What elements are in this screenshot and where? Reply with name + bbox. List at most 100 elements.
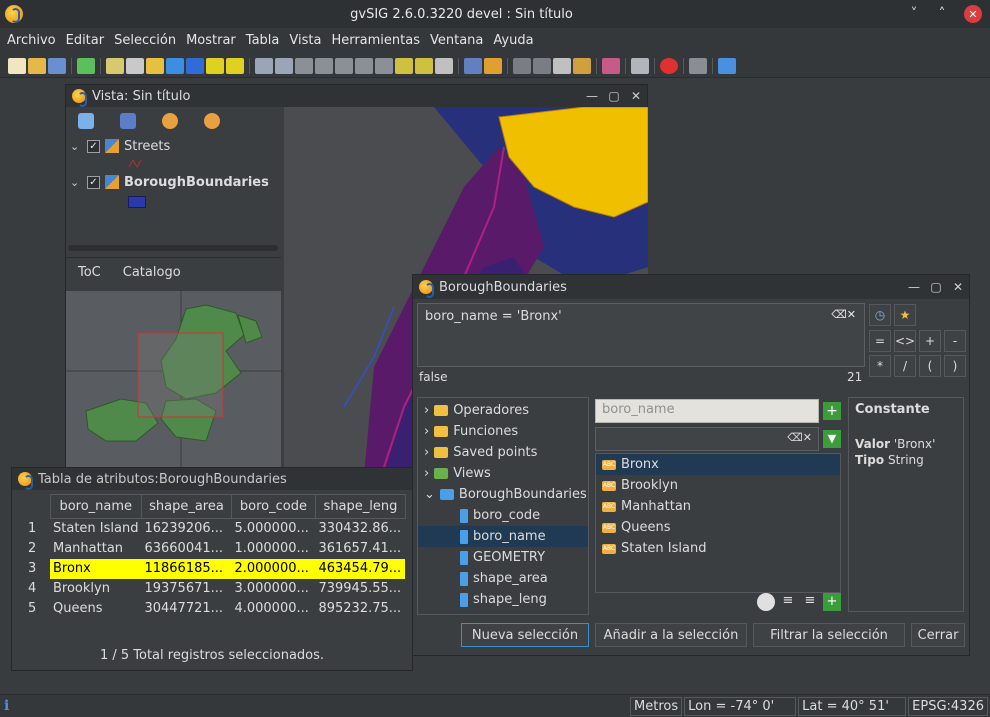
bar-chart-icon[interactable] <box>718 57 736 74</box>
add-layer-icon[interactable] <box>77 57 95 74</box>
tree-node-views[interactable]: › Views <box>424 463 588 484</box>
chevron-down-icon[interactable]: ⌄ <box>424 487 435 502</box>
operator-button[interactable]: <> <box>894 330 916 352</box>
cell-shape-area[interactable]: 30447721... <box>141 599 231 619</box>
layer-checkbox[interactable]: ✓ <box>87 139 100 153</box>
operator-button[interactable]: ( <box>919 355 941 377</box>
field-filter-input[interactable]: boro_name <box>595 399 819 423</box>
refresh-icon[interactable] <box>106 57 124 74</box>
menu-editar[interactable]: Editar <box>61 28 110 54</box>
cell-shape-leng[interactable]: 361657.41... <box>315 539 405 559</box>
close-button[interactable]: ✕ <box>964 5 982 23</box>
list-icon[interactable] <box>206 57 224 74</box>
row-icon[interactable] <box>415 57 433 74</box>
cell-boro-code[interactable]: 4.000000... <box>231 599 315 619</box>
globe-icon[interactable] <box>166 57 184 74</box>
menu-seleccion[interactable]: Selección <box>109 28 181 54</box>
chevron-down-icon[interactable]: ⌄ <box>70 140 82 153</box>
menu-ayuda[interactable]: Ayuda <box>488 28 538 54</box>
filter-icon[interactable]: ▼ <box>823 430 841 448</box>
column-header[interactable]: shape_leng <box>314 494 406 519</box>
sort-desc-icon[interactable]: ≡ <box>801 593 819 611</box>
cell-boro-name[interactable]: Queens <box>50 599 141 619</box>
tab-toc[interactable]: ToC <box>78 265 101 280</box>
menu-archivo[interactable]: Archivo <box>2 28 61 54</box>
table-row-selected[interactable]: 3 Bronx 11866185... 2.000000... 463454.7… <box>16 558 406 579</box>
layer-checkbox[interactable]: ✓ <box>87 175 100 189</box>
menu-tabla[interactable]: Tabla <box>241 28 285 54</box>
table-row[interactable]: 5 Queens 30447721... 4.000000... 895232.… <box>16 599 405 619</box>
pick-value-icon[interactable] <box>757 593 775 611</box>
sort-icon[interactable] <box>335 57 353 74</box>
minimize-button[interactable]: — <box>581 89 603 103</box>
list-item[interactable]: ABC Staten Island <box>596 538 840 559</box>
menu-mostrar[interactable]: Mostrar <box>181 28 241 54</box>
clear-icon[interactable]: ⌫✕ <box>831 308 856 321</box>
layer-row-boroughboundaries[interactable]: ⌄ ✓ BoroughBoundaries <box>66 171 281 193</box>
chevron-right-icon[interactable]: › <box>424 403 429 418</box>
operator-button[interactable]: = <box>869 330 891 352</box>
table-link-icon[interactable] <box>295 57 313 74</box>
operator-button[interactable]: - <box>944 330 966 352</box>
field-node[interactable]: shape_leng <box>424 589 588 610</box>
tree-node-operadores[interactable]: › Operadores <box>424 400 588 421</box>
clear-icon[interactable]: ⌫✕ <box>787 431 812 444</box>
redo-icon[interactable] <box>533 57 551 74</box>
table-row[interactable]: 4 Brooklyn 19375671... 3.000000... 73994… <box>16 579 405 599</box>
close-button[interactable]: ✕ <box>947 280 969 294</box>
close-button[interactable]: ✕ <box>625 89 647 103</box>
sort-asc-icon[interactable]: ≡ <box>779 593 797 611</box>
select-dropdown-icon[interactable] <box>126 57 144 74</box>
list-item-selected[interactable]: ABC Bronx <box>596 454 840 475</box>
operator-button[interactable]: + <box>919 330 941 352</box>
toc-scrollbar[interactable] <box>68 245 278 251</box>
menu-herramientas[interactable]: Herramientas <box>326 28 425 54</box>
cell-shape-area[interactable]: 16239206... <box>141 519 231 539</box>
cell-shape-leng[interactable]: 739945.55... <box>315 579 405 599</box>
chevron-right-icon[interactable]: › <box>424 466 429 481</box>
new-file-icon[interactable] <box>8 57 26 74</box>
raster-icon[interactable] <box>162 113 178 129</box>
filtrar-seleccion-button[interactable]: Filtrar la selección <box>753 623 905 647</box>
save-icon[interactable] <box>48 57 66 74</box>
history-icon[interactable]: ◷ <box>869 304 891 326</box>
list-item[interactable]: ABC Queens <box>596 517 840 538</box>
bookmark-star-icon[interactable]: ★ <box>894 304 916 326</box>
sort-desc-icon[interactable] <box>355 57 373 74</box>
cell-boro-name[interactable]: Staten Island <box>50 519 141 539</box>
map-layers-icon[interactable] <box>78 113 94 129</box>
gear-icon[interactable] <box>631 57 649 74</box>
table-row[interactable]: 2 Manhattan 63660041... 1.000000... 3616… <box>16 539 405 559</box>
layer-row-streets[interactable]: ⌄ ✓ Streets <box>66 135 281 157</box>
operator-button[interactable]: ) <box>944 355 966 377</box>
cell-shape-area[interactable]: 63660041... <box>141 539 231 559</box>
list-item[interactable]: ABC Manhattan <box>596 496 840 517</box>
cell-boro-code[interactable]: 3.000000... <box>231 579 315 599</box>
values-search-input[interactable]: ⌫✕ <box>595 427 819 451</box>
locator-map[interactable] <box>66 291 281 474</box>
column-header[interactable]: shape_area <box>140 494 232 519</box>
edit-icon[interactable] <box>435 57 453 74</box>
maximize-button[interactable]: ▢ <box>925 280 947 294</box>
error-icon[interactable] <box>660 57 678 74</box>
field-node[interactable]: GEOMETRY <box>424 547 588 568</box>
tools-icon[interactable] <box>689 57 707 74</box>
operator-button[interactable]: / <box>894 355 916 377</box>
attribute-table-titlebar[interactable]: Tabla de atributos:BoroughBoundaries <box>12 468 412 490</box>
tree-node-boroughboundaries[interactable]: ⌄ BoroughBoundaries <box>424 484 588 505</box>
table-edit-icon[interactable] <box>275 57 293 74</box>
tree-node-saved-points[interactable]: › Saved points <box>424 442 588 463</box>
copy-icon[interactable] <box>553 57 571 74</box>
cell-shape-area[interactable]: 11866185... <box>141 558 232 579</box>
cell-boro-code[interactable]: 2.000000... <box>231 558 316 579</box>
field-node[interactable]: boro_code <box>424 505 588 526</box>
cell-boro-name[interactable]: Brooklyn <box>50 579 141 599</box>
paste-icon[interactable] <box>573 57 591 74</box>
open-folder-icon[interactable] <box>28 57 46 74</box>
field-node[interactable]: shape_area <box>424 568 588 589</box>
tree-node-funciones[interactable]: › Funciones <box>424 421 588 442</box>
add-icon[interactable]: + <box>823 402 841 420</box>
column-header[interactable]: boro_name <box>49 494 142 519</box>
cell-boro-code[interactable]: 5.000000... <box>231 519 315 539</box>
cell-boro-code[interactable]: 1.000000... <box>231 539 315 559</box>
